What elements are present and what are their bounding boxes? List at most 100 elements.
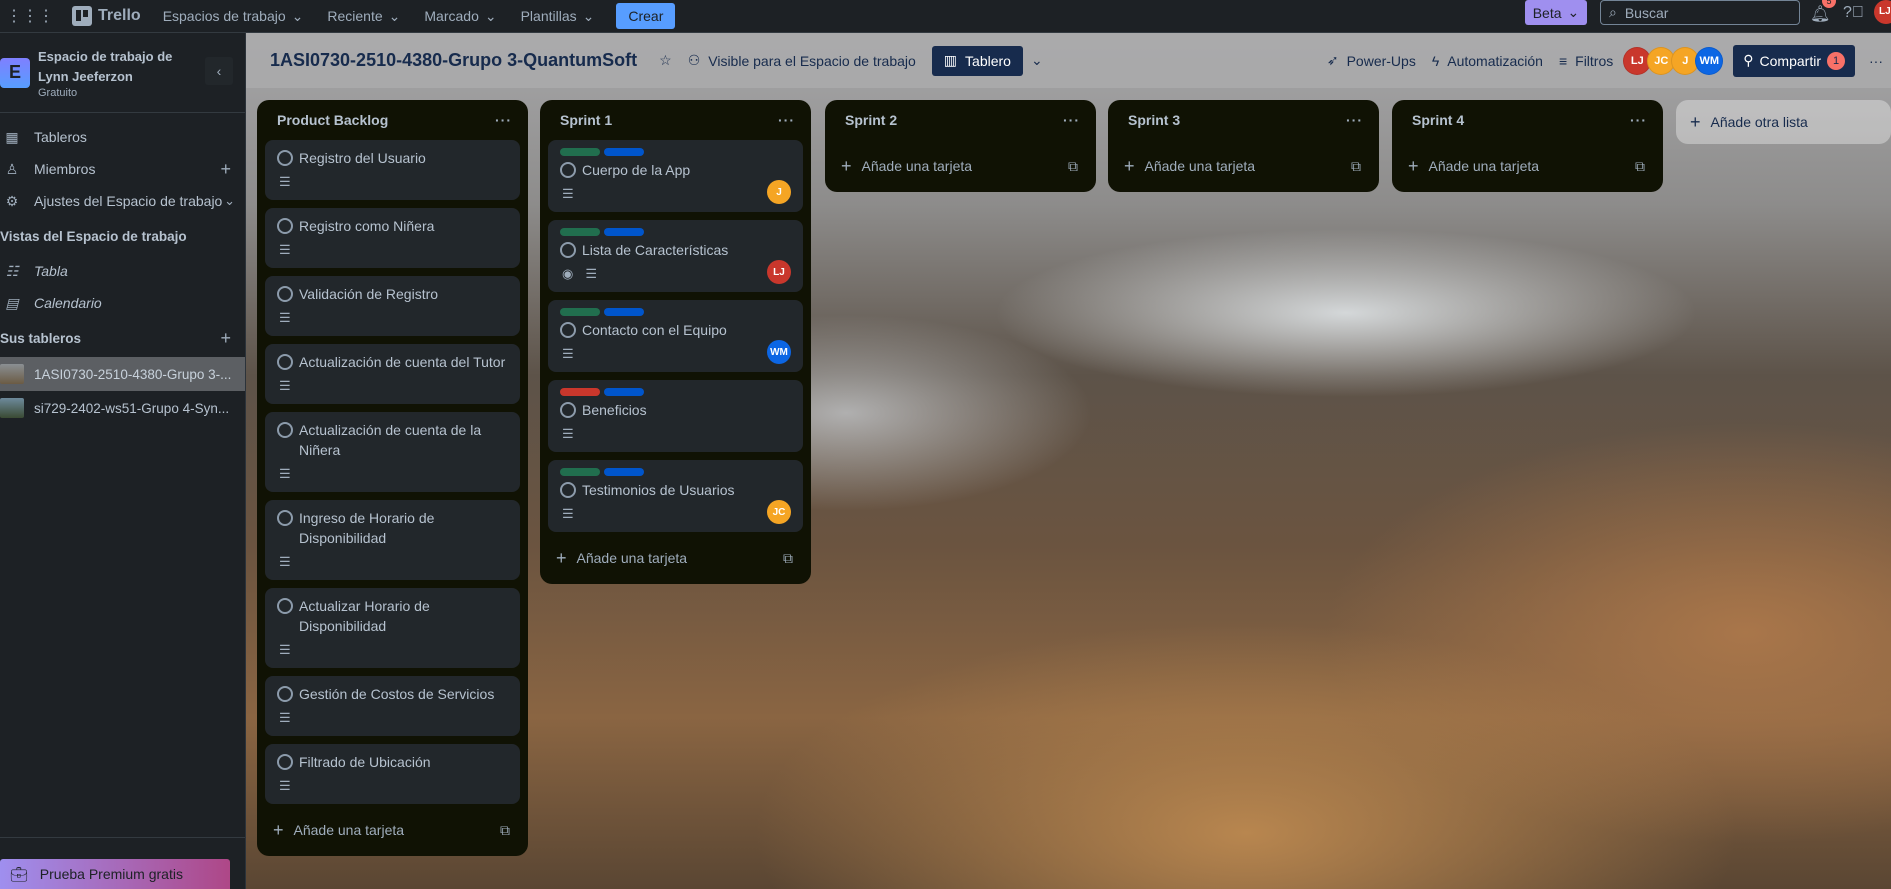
card[interactable]: Registro como Niñera ☰: [265, 208, 520, 268]
automation-button[interactable]: ϟ Automatización: [1424, 53, 1551, 69]
card[interactable]: Lista de Características ◉ ☰ LJ: [548, 220, 803, 292]
create-button[interactable]: Crear: [616, 3, 676, 29]
member-avatar[interactable]: WM: [1695, 46, 1724, 75]
complete-checkbox[interactable]: [277, 754, 293, 770]
card[interactable]: Actualización de cuenta del Tutor ☰: [265, 344, 520, 404]
list-menu-icon[interactable]: ···: [1630, 112, 1647, 128]
sidebar-item-boards[interactable]: ▦ Tableros: [0, 121, 245, 153]
complete-checkbox[interactable]: [277, 354, 293, 370]
list-menu-icon[interactable]: ···: [778, 112, 795, 128]
star-icon[interactable]: ☆: [651, 52, 680, 69]
complete-checkbox[interactable]: [560, 322, 576, 338]
nav-templates[interactable]: Plantillas ⌄: [511, 8, 605, 25]
sidebar-item-settings[interactable]: ⚙ Ajustes del Espacio de trabajo ⌄: [0, 185, 245, 217]
view-switcher-chevron-icon[interactable]: ⌄: [1023, 52, 1051, 69]
label-green[interactable]: [560, 228, 600, 236]
visibility-button[interactable]: ⚇ Visible para el Espacio de trabajo: [680, 52, 924, 69]
filters-button[interactable]: ≡ Filtros: [1551, 53, 1621, 69]
complete-checkbox[interactable]: [277, 150, 293, 166]
add-member-icon[interactable]: +: [220, 159, 231, 180]
list-menu-icon[interactable]: ···: [1346, 112, 1363, 128]
list-menu-icon[interactable]: ···: [1063, 112, 1080, 128]
complete-checkbox[interactable]: [560, 162, 576, 178]
complete-checkbox[interactable]: [277, 598, 293, 614]
card-template-icon[interactable]: ⧉: [1351, 158, 1361, 175]
card[interactable]: Registro del Usuario ☰: [265, 140, 520, 200]
card[interactable]: Contacto con el Equipo ☰ WM: [548, 300, 803, 372]
trello-logo[interactable]: Trello: [72, 6, 141, 26]
card-badges: ☰: [560, 342, 791, 366]
card-member-avatar[interactable]: J: [767, 180, 791, 204]
nav-workspaces[interactable]: Espacios de trabajo ⌄: [153, 8, 314, 25]
card-template-icon[interactable]: ⧉: [500, 822, 510, 839]
card[interactable]: Validación de Registro ☰: [265, 276, 520, 336]
card[interactable]: Filtrado de Ubicación ☰: [265, 744, 520, 804]
search-input[interactable]: ⌕ Buscar: [1600, 0, 1800, 25]
add-board-icon[interactable]: +: [220, 328, 231, 349]
powerups-button[interactable]: ➶ Power-Ups: [1319, 52, 1424, 69]
app-switcher-icon[interactable]: ⋮⋮⋮: [6, 6, 54, 26]
list-header[interactable]: Sprint 2 ···: [833, 100, 1088, 140]
label-blue[interactable]: [604, 388, 644, 396]
card[interactable]: Testimonios de Usuarios ☰ JC: [548, 460, 803, 532]
complete-checkbox[interactable]: [560, 482, 576, 498]
sidebar-board-item[interactable]: si729-2402-ws51-Grupo 4-Syn...: [0, 391, 245, 425]
complete-checkbox[interactable]: [277, 686, 293, 702]
label-green[interactable]: [560, 468, 600, 476]
label-blue[interactable]: [604, 308, 644, 316]
card[interactable]: Actualizar Horario de Disponibilidad ☰: [265, 588, 520, 668]
card-member-avatar[interactable]: WM: [767, 340, 791, 364]
card-badges: ☰: [277, 706, 508, 730]
sidebar-item-members[interactable]: ♙ Miembros +: [0, 153, 245, 185]
sidebar-item-calendar[interactable]: ▤ Calendario: [0, 287, 245, 319]
label-blue[interactable]: [604, 228, 644, 236]
label-green[interactable]: [560, 308, 600, 316]
add-list-button[interactable]: + Añade otra lista: [1676, 100, 1891, 144]
card-template-icon[interactable]: ⧉: [1068, 158, 1078, 175]
complete-checkbox[interactable]: [560, 402, 576, 418]
workspace-name[interactable]: Espacio de trabajo de Lynn Jeeferzon: [38, 47, 188, 87]
card-member-avatar[interactable]: LJ: [767, 260, 791, 284]
premium-trial-button[interactable]: 💼︎ Prueba Premium gratis: [0, 859, 230, 889]
card[interactable]: Actualización de cuenta de la Niñera ☰: [265, 412, 520, 492]
card[interactable]: Beneficios ☰: [548, 380, 803, 452]
list-header[interactable]: Sprint 3 ···: [1116, 100, 1371, 140]
list-header[interactable]: Sprint 1 ···: [548, 100, 803, 140]
add-card-button[interactable]: + Añade una tarjeta ⧉: [1116, 148, 1371, 184]
plus-icon: +: [841, 155, 852, 176]
share-button[interactable]: ⚲ Compartir 1: [1733, 44, 1855, 77]
list-header[interactable]: Sprint 4 ···: [1400, 100, 1655, 140]
card[interactable]: Cuerpo de la App ☰ J: [548, 140, 803, 212]
more-options-icon[interactable]: ···: [1861, 53, 1891, 69]
sidebar-board-item[interactable]: 1ASI0730-2510-4380-Grupo 3-...: [0, 357, 245, 391]
nav-recent[interactable]: Reciente ⌄: [317, 8, 410, 25]
card[interactable]: Gestión de Costos de Servicios ☰: [265, 676, 520, 736]
board-view-button[interactable]: ▥ Tablero: [931, 45, 1023, 76]
card-template-icon[interactable]: ⧉: [1635, 158, 1645, 175]
card-member-avatar[interactable]: JC: [767, 500, 791, 524]
sidebar-item-table[interactable]: ☷ Tabla: [0, 255, 245, 287]
beta-button[interactable]: Beta ⌄: [1525, 0, 1587, 25]
collapse-sidebar-button[interactable]: ‹: [205, 57, 233, 85]
add-card-button[interactable]: + Añade una tarjeta ⧉: [1400, 148, 1655, 184]
label-red[interactable]: [560, 388, 600, 396]
card[interactable]: Ingreso de Horario de Disponibilidad ☰: [265, 500, 520, 580]
help-icon[interactable]: ?⃝: [1843, 4, 1864, 22]
add-card-button[interactable]: + Añade una tarjeta ⧉: [548, 540, 803, 576]
complete-checkbox[interactable]: [277, 286, 293, 302]
card-template-icon[interactable]: ⧉: [783, 550, 793, 567]
complete-checkbox[interactable]: [277, 510, 293, 526]
label-blue[interactable]: [604, 148, 644, 156]
label-blue[interactable]: [604, 468, 644, 476]
add-card-button[interactable]: + Añade una tarjeta ⧉: [833, 148, 1088, 184]
list-menu-icon[interactable]: ···: [495, 112, 512, 128]
list-header[interactable]: Product Backlog ···: [265, 100, 520, 140]
label-green[interactable]: [560, 148, 600, 156]
add-card-button[interactable]: + Añade una tarjeta ⧉: [265, 812, 520, 848]
user-avatar[interactable]: LJ: [1874, 0, 1891, 24]
nav-starred[interactable]: Marcado ⌄: [414, 8, 506, 25]
complete-checkbox[interactable]: [277, 422, 293, 438]
complete-checkbox[interactable]: [277, 218, 293, 234]
board-title[interactable]: 1ASI0730-2510-4380-Grupo 3-QuantumSoft: [270, 50, 637, 71]
complete-checkbox[interactable]: [560, 242, 576, 258]
